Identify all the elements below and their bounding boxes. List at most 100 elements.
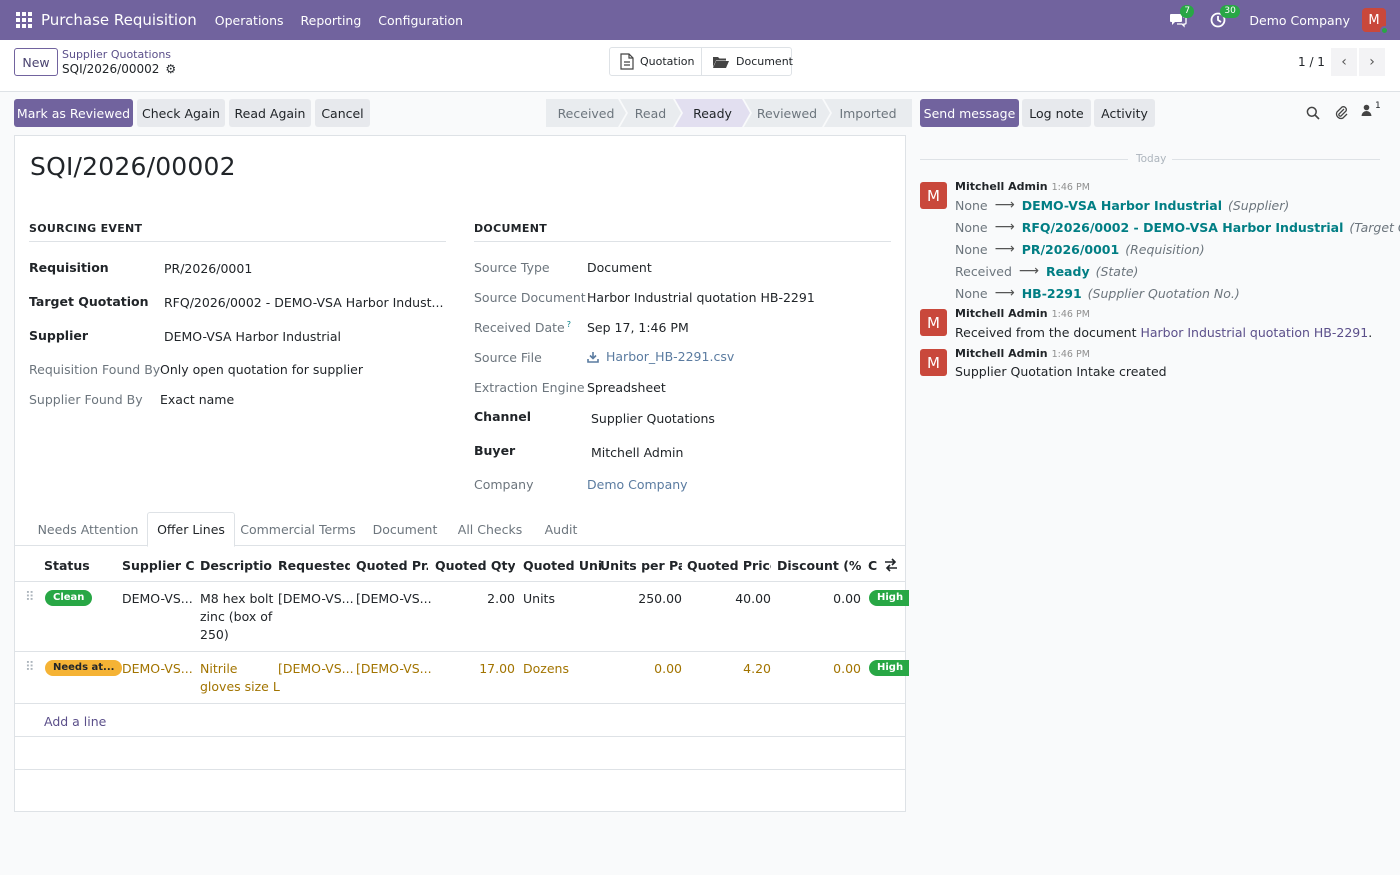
cell-description[interactable]: M8 hex bolt zinc (box of 250): [200, 590, 273, 644]
cell-supplier-code[interactable]: DEMO-VS...: [122, 590, 193, 608]
arrow-right-icon: ⟶: [994, 285, 1015, 301]
tab-needs-attention[interactable]: Needs Attention: [29, 512, 147, 546]
cell-quoted-unit[interactable]: Units: [523, 590, 555, 608]
requisition-field[interactable]: PR/2026/0001: [164, 261, 252, 276]
cell-supplier-code[interactable]: DEMO-VS...: [122, 660, 193, 678]
author-avatar[interactable]: M: [920, 182, 947, 209]
cell-description[interactable]: Nitrile gloves size L: [200, 660, 280, 696]
author-avatar[interactable]: M: [920, 349, 947, 376]
document-link[interactable]: Harbor Industrial quotation HB-2291: [1140, 325, 1368, 340]
help-tooltip-icon[interactable]: ?: [567, 320, 571, 329]
stage-ready[interactable]: Ready: [675, 99, 750, 127]
check-again-button[interactable]: Check Again: [137, 99, 225, 127]
activity-button[interactable]: Activity: [1094, 99, 1155, 127]
stage-received[interactable]: Received: [546, 99, 626, 127]
pager-previous-button[interactable]: ‹: [1331, 48, 1357, 76]
app-menu-icon[interactable]: [16, 12, 32, 28]
paperclip-icon[interactable]: [1334, 104, 1348, 124]
cell-discount[interactable]: 0.00: [777, 660, 861, 678]
supplier-field[interactable]: DEMO-VSA Harbor Industrial: [164, 329, 341, 344]
pager-next-button[interactable]: ›: [1359, 48, 1385, 76]
col-quoted-price[interactable]: Quoted Price: [687, 558, 771, 573]
new-button[interactable]: New: [14, 48, 58, 76]
stage-imported[interactable]: Imported: [824, 99, 912, 127]
buyer-field[interactable]: Mitchell Admin: [591, 445, 683, 460]
cell-quoted-price[interactable]: 4.20: [687, 660, 771, 678]
table-row[interactable]: ⠿ Clean DEMO-VS... M8 hex bolt zinc (box…: [15, 582, 910, 652]
add-line-link[interactable]: Add a line: [44, 714, 106, 729]
user-avatar[interactable]: M: [1362, 8, 1389, 35]
send-message-button[interactable]: Send message: [920, 99, 1019, 127]
col-requested[interactable]: Requested...: [278, 558, 350, 573]
cell-quoted-unit[interactable]: Dozens: [523, 660, 569, 678]
search-icon[interactable]: [1306, 106, 1320, 124]
table-row[interactable]: ⠿ Needs at... DEMO-VS... Nitrile gloves …: [15, 652, 910, 704]
drag-handle-icon[interactable]: ⠿: [25, 660, 35, 675]
smart-buttons: Quotation Document: [609, 47, 793, 76]
app-title[interactable]: Purchase Requisition: [41, 11, 197, 29]
company-link[interactable]: Demo Company: [587, 477, 688, 492]
col-supplier-code[interactable]: Supplier C...: [122, 558, 194, 573]
message-author[interactable]: Mitchell Admin 1:46 PM: [955, 180, 1090, 193]
tab-document[interactable]: Document: [361, 512, 449, 546]
col-units-per-pack[interactable]: Units per Pack: [600, 558, 682, 573]
optional-columns-icon[interactable]: [884, 558, 898, 576]
menu-reporting[interactable]: Reporting: [301, 13, 362, 28]
form-sheet: SQI/2026/00002 SOURCING EVENT Requisitio…: [14, 135, 910, 812]
log-note-button[interactable]: Log note: [1022, 99, 1091, 127]
col-confidence[interactable]: C: [868, 558, 880, 573]
breadcrumb-parent[interactable]: Supplier Quotations: [62, 48, 171, 61]
supplier-label: Supplier: [29, 328, 89, 343]
stage-read[interactable]: Read: [620, 99, 681, 127]
read-again-button[interactable]: Read Again: [229, 99, 311, 127]
menu-operations[interactable]: Operations: [215, 13, 284, 28]
drag-handle-icon[interactable]: ⠿: [25, 590, 35, 605]
cell-quoted-price[interactable]: 40.00: [687, 590, 771, 608]
cell-units-per-pack[interactable]: 250.00: [600, 590, 682, 608]
col-discount[interactable]: Discount (%): [777, 558, 861, 573]
quotation-smart-button[interactable]: Quotation: [610, 48, 701, 75]
col-quoted-unit[interactable]: Quoted Unit: [523, 558, 603, 573]
pager-value[interactable]: 1 / 1: [1298, 55, 1325, 69]
cell-requested[interactable]: [DEMO-VS...: [278, 590, 354, 608]
tab-offer-lines[interactable]: Offer Lines: [147, 512, 235, 547]
target-quotation-field[interactable]: RFQ/2026/0002 - DEMO-VSA Harbor Indust..…: [164, 295, 443, 310]
menu-configuration[interactable]: Configuration: [378, 13, 463, 28]
tab-commercial-terms[interactable]: Commercial Terms: [235, 512, 361, 546]
cell-quoted-product[interactable]: [DEMO-VS...: [356, 660, 432, 678]
col-description[interactable]: Descriptio...: [200, 558, 272, 573]
stage-reviewed[interactable]: Reviewed: [744, 99, 830, 127]
author-name: Mitchell Admin: [955, 180, 1048, 193]
breadcrumb-current: SQI/2026/00002 ⚙: [62, 62, 176, 76]
requisition-label: Requisition: [29, 260, 109, 275]
message-author[interactable]: Mitchell Admin 1:46 PM: [955, 307, 1090, 320]
gear-icon[interactable]: ⚙: [165, 62, 176, 76]
messaging-menu[interactable]: 7: [1167, 5, 1195, 31]
cancel-button[interactable]: Cancel: [315, 99, 370, 127]
tracking-old-value: None: [955, 197, 988, 213]
mark-as-reviewed-button[interactable]: Mark as Reviewed: [14, 99, 133, 127]
cell-quoted-qty[interactable]: 17.00: [435, 660, 515, 678]
date-separator-label: Today: [1136, 153, 1167, 165]
cell-units-per-pack[interactable]: 0.00: [600, 660, 682, 678]
channel-field[interactable]: Supplier Quotations: [591, 411, 715, 426]
message-author[interactable]: Mitchell Admin 1:46 PM: [955, 347, 1090, 360]
tab-all-checks[interactable]: All Checks: [449, 512, 531, 546]
cell-quoted-qty[interactable]: 2.00: [435, 590, 515, 608]
cell-quoted-product[interactable]: [DEMO-VS...: [356, 590, 432, 608]
activity-menu[interactable]: 30: [1207, 5, 1240, 31]
requisition-found-by-label: Requisition Found By: [29, 362, 161, 377]
cell-requested[interactable]: [DEMO-VS...: [278, 660, 354, 678]
source-file-download[interactable]: Harbor_HB-2291.csv: [587, 349, 734, 364]
document-smart-button-label: Document: [736, 55, 793, 68]
col-quoted-product[interactable]: Quoted Pr...: [356, 558, 428, 573]
cell-discount[interactable]: 0.00: [777, 590, 861, 608]
followers-button[interactable]: 1: [1361, 101, 1381, 120]
tab-audit[interactable]: Audit: [531, 512, 591, 546]
col-status[interactable]: Status: [44, 558, 114, 573]
author-avatar[interactable]: M: [920, 309, 947, 336]
company-switcher[interactable]: Demo Company: [1249, 13, 1350, 28]
col-quoted-qty[interactable]: Quoted Qty: [435, 558, 515, 573]
document-smart-button[interactable]: Document: [701, 48, 793, 75]
channel-label: Channel: [474, 409, 532, 424]
